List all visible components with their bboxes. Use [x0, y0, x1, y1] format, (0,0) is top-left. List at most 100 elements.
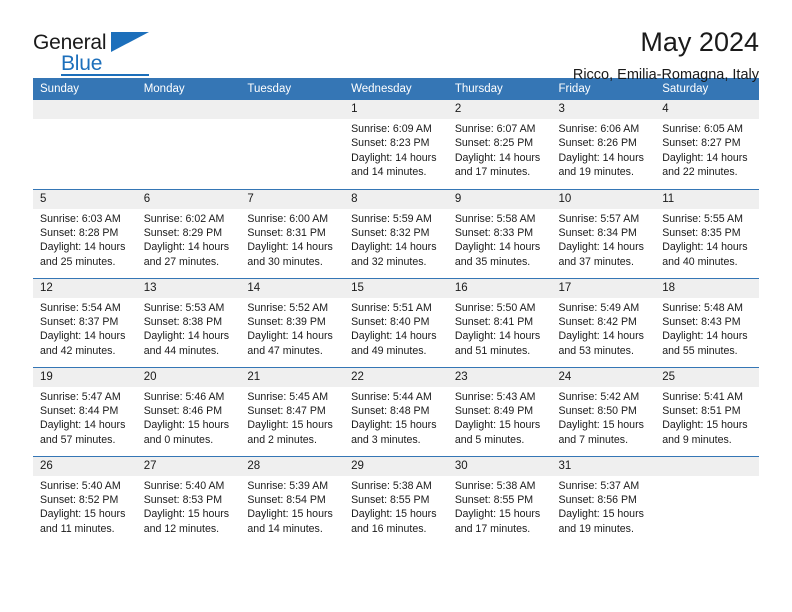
- day-daylight-line1-text: Daylight: 15 hours: [662, 419, 748, 432]
- day-sun-info: Sunrise: 5:52 AM Sunset: 8:39 PM Daylight:…: [240, 298, 344, 359]
- day-sunset-text: Sunset: 8:47 PM: [247, 404, 326, 417]
- day-daylight-line2-text: and 32 minutes.: [351, 255, 427, 268]
- calendar-day-cell[interactable]: 12 Sunrise: 5:54 AM Sunset: 8:37 PM Dayligh…: [33, 277, 137, 367]
- calendar-day-cell[interactable]: 6 Sunrise: 6:02 AM Sunset: 8:29 PM Daylight…: [136, 188, 241, 278]
- day-sunrise-text: Sunrise: 6:03 AM: [40, 212, 121, 225]
- calendar-day-cell[interactable]: 4 Sunrise: 6:05 AM Sunset: 8:27 PM Daylight…: [655, 100, 759, 189]
- day-daylight-line2-text: and 19 minutes.: [558, 522, 634, 535]
- calendar-day-cell[interactable]: 28 Sunrise: 5:39 AM Sunset: 8:54 PM Dayligh…: [240, 455, 345, 545]
- calendar-day-cell[interactable]: 22 Sunrise: 5:44 AM Sunset: 8:48 PM Dayligh…: [344, 366, 448, 456]
- calendar-day-cell[interactable]: 1 Sunrise: 6:09 AM Sunset: 8:23 PM Daylight…: [344, 100, 448, 189]
- day-daylight-line2-text: and 12 minutes.: [143, 522, 220, 535]
- calendar-day-cell[interactable]: 15 Sunrise: 5:51 AM Sunset: 8:40 PM Dayligh…: [344, 277, 448, 367]
- day-sun-info: Sunrise: 6:07 AM Sunset: 8:25 PM Daylight:…: [448, 119, 552, 180]
- calendar-day-cell[interactable]: 3 Sunrise: 6:06 AM Sunset: 8:26 PM Daylight…: [551, 100, 656, 189]
- calendar-day-cell[interactable]: 23 Sunrise: 5:43 AM Sunset: 8:49 PM Dayligh…: [447, 366, 552, 456]
- calendar-day-cell[interactable]: 7 Sunrise: 6:00 AM Sunset: 8:31 PM Daylight…: [240, 188, 345, 278]
- calendar-day-cell[interactable]: 29 Sunrise: 5:38 AM Sunset: 8:55 PM Dayligh…: [344, 455, 448, 545]
- day-sunset-text: Sunset: 8:53 PM: [143, 493, 223, 506]
- day-daylight-line2-text: and 30 minutes.: [247, 255, 323, 268]
- page-header: General Blue May 2024 Ricco, Emilia-Roma…: [33, 0, 759, 84]
- calendar-day-cell[interactable]: 17 Sunrise: 5:49 AM Sunset: 8:42 PM Dayligh…: [551, 277, 656, 367]
- day-number: 28: [240, 456, 345, 476]
- calendar-day-cell[interactable]: 24 Sunrise: 5:42 AM Sunset: 8:50 PM Dayligh…: [551, 366, 656, 456]
- day-daylight-line2-text: and 53 minutes.: [558, 344, 634, 357]
- day-sunset-text: Sunset: 8:33 PM: [454, 226, 534, 239]
- calendar-page: General Blue May 2024 Ricco, Emilia-Roma…: [0, 0, 792, 612]
- day-sun-info: Sunrise: 6:02 AM Sunset: 8:29 PM Daylight:…: [137, 209, 241, 270]
- day-sunrise-text: Sunrise: 5:42 AM: [558, 390, 640, 403]
- calendar-day-cell[interactable]: 20 Sunrise: 5:46 AM Sunset: 8:46 PM Dayligh…: [136, 366, 241, 456]
- day-sunset-text: Sunset: 8:56 PM: [558, 493, 637, 506]
- day-daylight-line1-text: Daylight: 15 hours: [454, 419, 541, 432]
- day-sun-info: Sunrise: 5:57 AM Sunset: 8:34 PM Daylight:…: [552, 209, 656, 270]
- calendar-day-cell[interactable]: 25 Sunrise: 5:41 AM Sunset: 8:51 PM Dayligh…: [655, 366, 759, 456]
- day-daylight-line1-text: Daylight: 14 hours: [247, 241, 333, 254]
- day-sunrise-text: Sunrise: 6:02 AM: [143, 212, 225, 225]
- day-daylight-line2-text: and 42 minutes.: [40, 344, 116, 357]
- day-number: 19: [33, 367, 137, 387]
- day-number: 17: [551, 278, 656, 298]
- calendar-day-cell[interactable]: 5 Sunrise: 6:03 AM Sunset: 8:28 PM Daylight…: [33, 188, 137, 278]
- day-daylight-line1-text: Daylight: 14 hours: [40, 419, 126, 432]
- day-sunrise-text: Sunrise: 5:38 AM: [351, 479, 432, 492]
- day-number: [136, 100, 241, 119]
- day-sunrise-text: Sunrise: 5:51 AM: [351, 301, 432, 314]
- day-sunrise-text: Sunrise: 5:48 AM: [662, 301, 743, 314]
- day-daylight-line2-text: and 2 minutes.: [247, 433, 317, 446]
- calendar-week-row: 19 Sunrise: 5:47 AM Sunset: 8:44 PM Dayligh…: [33, 366, 759, 456]
- day-sunrise-text: Sunrise: 5:38 AM: [454, 479, 536, 492]
- day-sun-info: Sunrise: 5:37 AM Sunset: 8:56 PM Daylight:…: [552, 476, 656, 537]
- day-number: 14: [240, 278, 345, 298]
- calendar-week-row: 12 Sunrise: 5:54 AM Sunset: 8:37 PM Dayligh…: [33, 277, 759, 367]
- calendar-day-cell[interactable]: 26 Sunrise: 5:40 AM Sunset: 8:52 PM Dayligh…: [33, 455, 137, 545]
- calendar-day-cell[interactable]: 21 Sunrise: 5:45 AM Sunset: 8:47 PM Dayligh…: [240, 366, 345, 456]
- day-daylight-line1-text: Daylight: 15 hours: [454, 508, 541, 521]
- day-daylight-line1-text: Daylight: 14 hours: [454, 151, 541, 164]
- day-daylight-line1-text: Daylight: 14 hours: [662, 151, 748, 164]
- day-daylight-line1-text: Daylight: 15 hours: [247, 419, 333, 432]
- calendar-day-cell[interactable]: 31 Sunrise: 5:37 AM Sunset: 8:56 PM Dayligh…: [551, 455, 656, 545]
- day-daylight-line2-text: and 14 minutes.: [247, 522, 323, 535]
- calendar-day-cell[interactable]: 18 Sunrise: 5:48 AM Sunset: 8:43 PM Dayligh…: [655, 277, 759, 367]
- day-daylight-line2-text: and 35 minutes.: [454, 255, 531, 268]
- day-sunset-text: Sunset: 8:26 PM: [558, 137, 637, 150]
- day-sunset-text: Sunset: 8:43 PM: [662, 315, 741, 328]
- day-daylight-line2-text: and 47 minutes.: [247, 344, 323, 357]
- day-sunrise-text: Sunrise: 5:52 AM: [247, 301, 329, 314]
- calendar-day-cell[interactable]: 30 Sunrise: 5:38 AM Sunset: 8:55 PM Dayligh…: [447, 455, 552, 545]
- calendar-day-cell[interactable]: 11 Sunrise: 5:55 AM Sunset: 8:35 PM Dayligh…: [655, 188, 759, 278]
- calendar-day-cell[interactable]: 10 Sunrise: 5:57 AM Sunset: 8:34 PM Dayligh…: [551, 188, 656, 278]
- brand-logo[interactable]: General Blue: [33, 26, 163, 82]
- calendar-grid: Sunday Monday Tuesday Wednesday Thursday…: [33, 78, 759, 545]
- day-daylight-line2-text: and 3 minutes.: [351, 433, 421, 446]
- calendar-day-cell-empty: [655, 455, 759, 545]
- calendar-day-cell[interactable]: 9 Sunrise: 5:58 AM Sunset: 8:33 PM Daylight…: [447, 188, 552, 278]
- day-daylight-line1-text: Daylight: 15 hours: [40, 508, 126, 521]
- day-sunrise-text: Sunrise: 5:50 AM: [454, 301, 536, 314]
- calendar-day-cell[interactable]: 2 Sunrise: 6:07 AM Sunset: 8:25 PM Daylight…: [447, 100, 552, 189]
- day-sunset-text: Sunset: 8:52 PM: [40, 493, 119, 506]
- calendar-day-cell[interactable]: 16 Sunrise: 5:50 AM Sunset: 8:41 PM Dayligh…: [447, 277, 552, 367]
- day-sun-info: Sunrise: 5:39 AM Sunset: 8:54 PM Daylight:…: [240, 476, 344, 537]
- calendar-day-cell[interactable]: 13 Sunrise: 5:53 AM Sunset: 8:38 PM Dayligh…: [136, 277, 241, 367]
- calendar-day-cell[interactable]: 14 Sunrise: 5:52 AM Sunset: 8:39 PM Dayligh…: [240, 277, 345, 367]
- day-sunrise-text: Sunrise: 5:37 AM: [558, 479, 640, 492]
- day-sun-info: Sunrise: 5:43 AM Sunset: 8:49 PM Daylight:…: [448, 387, 552, 448]
- day-sun-info: Sunrise: 5:51 AM Sunset: 8:40 PM Daylight:…: [344, 298, 448, 359]
- day-daylight-line2-text: and 40 minutes.: [662, 255, 738, 268]
- day-daylight-line1-text: Daylight: 14 hours: [454, 241, 541, 254]
- day-number: 13: [136, 278, 241, 298]
- day-daylight-line2-text: and 19 minutes.: [558, 166, 634, 179]
- day-number: 7: [240, 189, 345, 209]
- calendar-week-row: 26 Sunrise: 5:40 AM Sunset: 8:52 PM Dayligh…: [33, 455, 759, 545]
- calendar-day-cell[interactable]: 27 Sunrise: 5:40 AM Sunset: 8:53 PM Dayligh…: [136, 455, 241, 545]
- day-sun-info: Sunrise: 5:42 AM Sunset: 8:50 PM Daylight:…: [552, 387, 656, 448]
- day-number: [240, 100, 345, 119]
- calendar-day-cell[interactable]: 8 Sunrise: 5:59 AM Sunset: 8:32 PM Daylight…: [344, 188, 448, 278]
- calendar-day-cell-empty: [240, 100, 345, 189]
- day-number: 30: [447, 456, 552, 476]
- calendar-day-cell[interactable]: 19 Sunrise: 5:47 AM Sunset: 8:44 PM Dayligh…: [33, 366, 137, 456]
- brand-name-general: General: [33, 31, 107, 54]
- day-daylight-line2-text: and 49 minutes.: [351, 344, 427, 357]
